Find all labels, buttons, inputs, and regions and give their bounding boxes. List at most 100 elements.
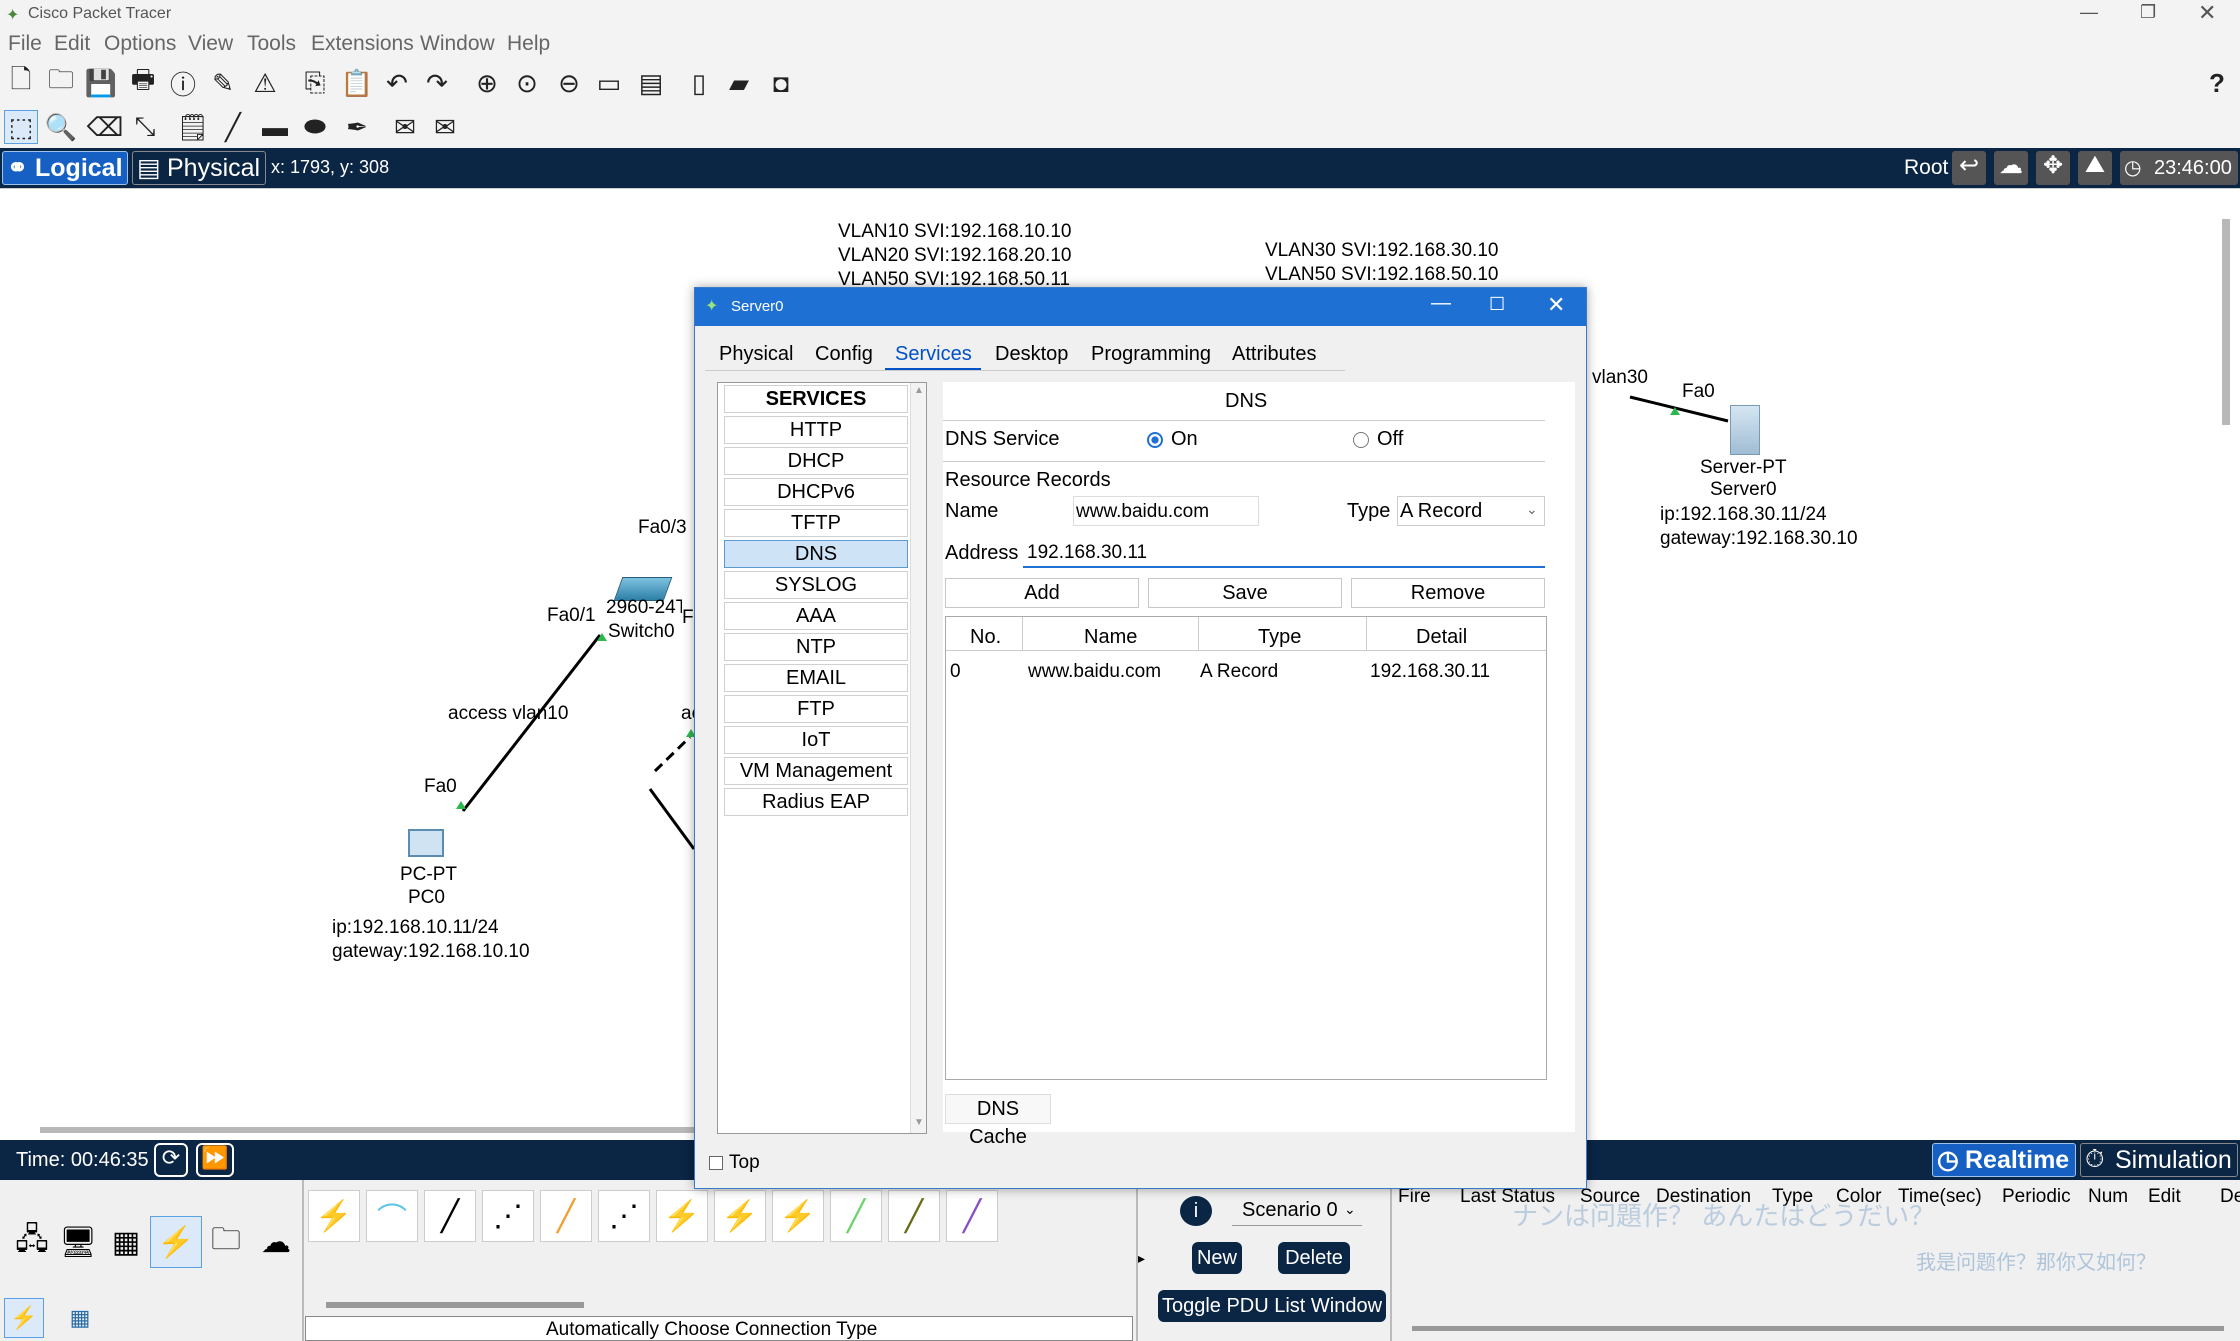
dialog-close-icon[interactable]: ✕	[1547, 292, 1565, 318]
fast-forward-icon[interactable]: ⏩	[196, 1143, 234, 1177]
end-devices-icon[interactable]: 🖥	[52, 1216, 104, 1268]
console-cable-icon[interactable]: ⌒	[366, 1190, 418, 1242]
pdu-list-scrollbar[interactable]	[1412, 1326, 2224, 1331]
service-syslog[interactable]: SYSLOG	[724, 571, 908, 599]
iot-cable-icon[interactable]: ╱	[888, 1190, 940, 1242]
address-input[interactable]: 192.168.30.11	[1023, 538, 1545, 568]
service-ntp[interactable]: NTP	[724, 633, 908, 661]
ellipse-icon[interactable]: ⬬	[298, 110, 332, 144]
drawing-palette-icon[interactable]: ▭	[592, 66, 626, 100]
activity-wizard-icon[interactable]: ✎	[206, 66, 240, 100]
pdu-col-delete[interactable]: De	[2220, 1186, 2240, 1208]
delete-scenario-button[interactable]: Delete	[1278, 1242, 1350, 1274]
info-pdu-icon[interactable]: i	[1180, 1196, 1212, 1226]
pdu-col-num[interactable]: Num	[2088, 1186, 2128, 1208]
freeform-icon[interactable]: ✒	[340, 110, 374, 144]
redo-icon[interactable]: ↷	[420, 66, 454, 100]
toggle-pdu-list-button[interactable]: Toggle PDU List Window	[1158, 1290, 1386, 1322]
tab-programming[interactable]: Programming	[1091, 343, 1211, 366]
menu-options[interactable]: Options	[104, 32, 176, 56]
service-ftp[interactable]: FTP	[724, 695, 908, 723]
zoom-reset-icon[interactable]: ⊙	[510, 66, 544, 100]
realtime-tab[interactable]: ◷ Realtime	[1932, 1143, 2076, 1177]
table-row[interactable]: 0 www.baidu.com A Record 192.168.30.11	[946, 617, 1546, 687]
pc-device-icon[interactable]	[408, 829, 444, 857]
top-checkbox[interactable]	[709, 1156, 723, 1170]
service-radius-eap[interactable]: Radius EAP	[724, 788, 908, 816]
open-folder-icon[interactable]: 🗀	[44, 64, 78, 100]
new-scenario-button[interactable]: New	[1192, 1242, 1242, 1274]
dialog-maximize-icon[interactable]: ☐	[1489, 294, 1505, 315]
pdu-col-edit[interactable]: Edit	[2148, 1186, 2181, 1208]
connections-icon[interactable]: ⚡	[150, 1216, 202, 1268]
type-select[interactable]: A Record ⌄	[1397, 496, 1545, 526]
copy-icon[interactable]: ⎘	[298, 66, 332, 100]
move-object-icon[interactable]: ✥	[2036, 151, 2070, 185]
service-aaa[interactable]: AAA	[724, 602, 908, 630]
background-icon[interactable]: ⛰	[2078, 151, 2112, 185]
octal-icon[interactable]: ╱	[830, 1190, 882, 1242]
fiber-icon[interactable]: ╱	[540, 1190, 592, 1242]
serial-dce-icon[interactable]: ⚡	[714, 1190, 766, 1242]
service-dhcp[interactable]: DHCP	[724, 447, 908, 475]
service-iot[interactable]: IoT	[724, 726, 908, 754]
tab-desktop[interactable]: Desktop	[995, 343, 1068, 366]
zoom-out-icon[interactable]: ⊖	[552, 66, 586, 100]
misc-icon[interactable]: 🗀	[200, 1216, 252, 1268]
inspect-icon[interactable]: 🔍	[44, 110, 78, 144]
menu-edit[interactable]: Edit	[54, 32, 90, 56]
service-http[interactable]: HTTP	[724, 416, 908, 444]
ipc-icon[interactable]: ◘	[764, 66, 798, 100]
copper-straight-icon[interactable]: ╱	[424, 1190, 476, 1242]
viewport-icon[interactable]: ▯	[682, 66, 716, 100]
scroll-down-icon[interactable]: ▼	[914, 1117, 924, 1128]
menu-window[interactable]: Window	[420, 32, 495, 56]
add-complex-pdu-icon[interactable]: ✉	[428, 110, 462, 144]
paste-icon[interactable]: 📋	[340, 66, 374, 100]
clock-button[interactable]: ◷ 23:46:00	[2120, 151, 2238, 185]
tab-physical[interactable]: Physical	[719, 343, 793, 366]
copper-cross-icon[interactable]: ⋰	[482, 1190, 534, 1242]
tab-attributes[interactable]: Attributes	[1232, 343, 1316, 366]
menu-extensions[interactable]: Extensions	[311, 32, 414, 56]
save-button[interactable]: Save	[1148, 578, 1342, 608]
resize-icon[interactable]: ⤡	[128, 110, 162, 144]
network-info-icon[interactable]: ⚠	[248, 66, 282, 100]
auto-connection-icon[interactable]: ⚡	[308, 1190, 360, 1242]
services-scrollbar[interactable]: ▲ ▼	[910, 383, 926, 1133]
physical-tab[interactable]: ▤ Physical	[132, 151, 266, 185]
minimize-icon[interactable]: —	[2080, 2, 2098, 23]
remove-button[interactable]: Remove	[1351, 578, 1545, 608]
help-icon[interactable]: ?	[2200, 66, 2234, 100]
power-cycle-icon[interactable]: ⟳	[154, 1143, 188, 1177]
service-vm-management[interactable]: VM Management	[724, 757, 908, 785]
coaxial-icon[interactable]: ⚡	[656, 1190, 708, 1242]
dns-on-radio[interactable]	[1147, 432, 1163, 448]
collapse-arrow-icon[interactable]: ▸	[1138, 1250, 1145, 1267]
info-icon[interactable]: ⓘ	[166, 66, 200, 100]
network-devices-icon[interactable]: 🖧	[6, 1216, 58, 1268]
panel-scrollbar[interactable]	[326, 1302, 584, 1308]
connections-subtype-icon[interactable]: ⚡	[4, 1298, 44, 1338]
usb-cable-icon[interactable]: ╱	[946, 1190, 998, 1242]
add-simple-pdu-icon[interactable]: ✉	[388, 110, 422, 144]
scenario-select[interactable]: Scenario 0 ⌄	[1232, 1196, 1362, 1226]
simulation-tab[interactable]: ⏱ Simulation	[2080, 1143, 2238, 1177]
dialog-minimize-icon[interactable]: —	[1431, 292, 1451, 315]
select-icon[interactable]: ⬚	[4, 110, 38, 144]
dialog-title-bar[interactable]: ✦ Server0 — ☐ ✕	[695, 288, 1586, 326]
rectangle-icon[interactable]: ▬	[258, 110, 292, 144]
new-file-icon[interactable]: 🗋	[4, 64, 38, 100]
menu-view[interactable]: View	[188, 32, 233, 56]
menu-file[interactable]: File	[8, 32, 42, 56]
restore-icon[interactable]: ❐	[2140, 2, 2156, 23]
components-icon[interactable]: ▦	[100, 1216, 152, 1268]
back-icon[interactable]: ↩	[1952, 151, 1986, 185]
service-dns[interactable]: DNS	[724, 540, 908, 568]
zoom-in-icon[interactable]: ⊕	[470, 66, 504, 100]
menu-tools[interactable]: Tools	[247, 32, 296, 56]
add-button[interactable]: Add	[945, 578, 1139, 608]
note-icon[interactable]: 🗒	[176, 110, 210, 144]
phone-cable-icon[interactable]: ⋰	[598, 1190, 650, 1242]
server-device-icon[interactable]	[1730, 405, 1760, 455]
